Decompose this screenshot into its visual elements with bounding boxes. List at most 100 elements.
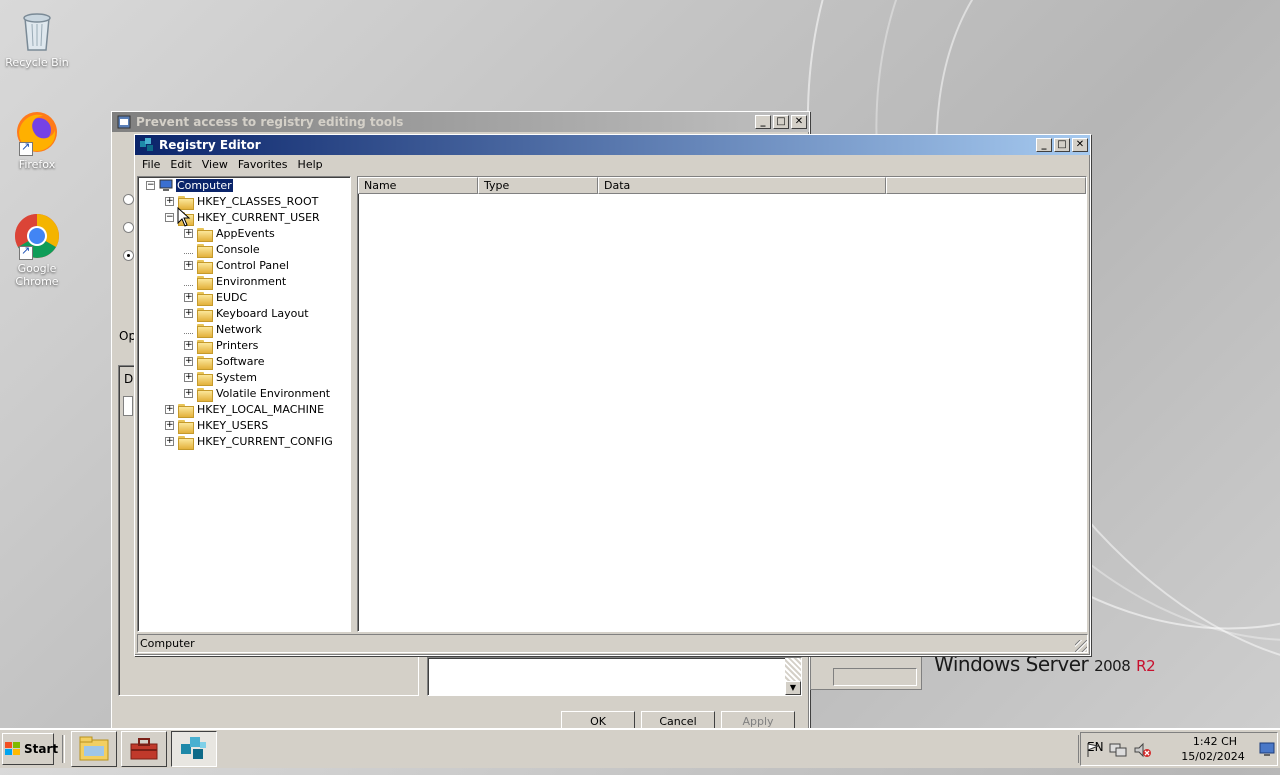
folder-icon	[177, 419, 194, 434]
desktop-icon-firefox[interactable]: Firefox	[0, 108, 74, 171]
regedit-icon	[178, 734, 210, 765]
collapse-toggle[interactable]: −	[165, 212, 174, 222]
registry-editor-window[interactable]: Registry Editor _ □ ✕ File Edit View Fav…	[134, 134, 1091, 656]
folder-icon	[196, 355, 213, 370]
column-header-data[interactable]: Data	[598, 177, 886, 194]
gp-radio-2[interactable]	[123, 222, 134, 233]
menu-view[interactable]: View	[197, 158, 233, 171]
taskbar-server-manager[interactable]	[121, 731, 167, 767]
maximize-button[interactable]: □	[1054, 138, 1070, 152]
gp-dialog-title: Prevent access to registry editing tools	[136, 115, 404, 129]
expand-toggle[interactable]: +	[165, 420, 174, 430]
expand-toggle[interactable]: +	[184, 308, 193, 318]
tree-node-hkey-local-machine[interactable]: + HKEY_LOCAL_MACHINE	[165, 401, 324, 418]
show-desktop-icon[interactable]	[1259, 742, 1275, 759]
regedit-statusbar: Computer	[137, 634, 1088, 653]
tree-node-appevents[interactable]: + AppEvents	[184, 225, 275, 242]
menu-help[interactable]: Help	[293, 158, 328, 171]
expand-toggle[interactable]: +	[184, 388, 193, 398]
firefox-icon	[13, 108, 61, 156]
close-button[interactable]: ✕	[1072, 138, 1088, 152]
expand-toggle[interactable]: +	[184, 260, 193, 270]
expand-toggle[interactable]: +	[184, 372, 193, 382]
policy-icon	[116, 114, 132, 130]
minimize-button[interactable]: _	[755, 115, 771, 129]
column-header-name[interactable]: Name	[358, 177, 478, 194]
column-header-filler	[886, 177, 1086, 194]
gp-dialog-titlebar[interactable]: Prevent access to registry editing tools…	[112, 112, 809, 132]
desktop-icon-label: Recycle Bin	[5, 56, 69, 69]
start-button[interactable]: Start	[2, 733, 58, 765]
folder-icon	[196, 275, 213, 290]
tree-node-software[interactable]: + Software	[184, 353, 265, 370]
tree-node-keyboard-layout[interactable]: + Keyboard Layout	[184, 305, 309, 322]
quicklaunch-divider	[62, 735, 65, 763]
maximize-button[interactable]: □	[773, 115, 789, 129]
tree-node-volatile-environment[interactable]: + Volatile Environment	[184, 385, 330, 402]
tree-node-hkey-current-config[interactable]: + HKEY_CURRENT_CONFIG	[165, 433, 333, 450]
desktop-icon-label: Google Chrome	[15, 262, 59, 288]
clock-time[interactable]: 1:42 CH	[1183, 735, 1247, 748]
shortcut-arrow-icon	[19, 140, 33, 156]
taskbar-explorer[interactable]	[71, 731, 117, 767]
clock-date[interactable]: 15/02/2024	[1173, 750, 1253, 763]
taskbar-registry-editor[interactable]	[171, 731, 217, 767]
minimize-button[interactable]: _	[1036, 138, 1052, 152]
action-center-flag-icon[interactable]	[1085, 742, 1101, 761]
expand-toggle[interactable]: +	[184, 292, 193, 302]
column-header-type[interactable]: Type	[478, 177, 598, 194]
folder-icon	[196, 371, 213, 386]
tree-node-system[interactable]: + System	[184, 369, 257, 386]
regedit-icon	[139, 137, 155, 153]
explorer-folder-icon	[78, 734, 110, 765]
desktop-icon-google-chrome[interactable]: Google Chrome	[0, 212, 74, 288]
expand-toggle[interactable]: +	[165, 196, 174, 206]
regedit-titlebar[interactable]: Registry Editor _ □ ✕	[135, 135, 1090, 155]
folder-icon	[196, 291, 213, 306]
tree-node-printers[interactable]: + Printers	[184, 337, 258, 354]
folder-icon	[177, 403, 194, 418]
folder-icon	[196, 227, 213, 242]
taskbar: Start EN 1:42 CH 15/02/2024	[0, 728, 1280, 768]
tree-node-console[interactable]: Console	[184, 241, 260, 258]
collapse-toggle[interactable]: −	[146, 180, 155, 190]
close-button[interactable]: ✕	[791, 115, 807, 129]
recycle-bin-icon	[13, 6, 61, 54]
gp-radio-3[interactable]	[123, 250, 134, 261]
folder-icon	[196, 259, 213, 274]
mouse-cursor-icon	[177, 207, 191, 227]
folder-icon	[196, 307, 213, 322]
computer-icon	[158, 179, 174, 192]
shortcut-arrow-icon	[19, 244, 33, 260]
background-window-fragment	[810, 655, 922, 690]
gp-help-box: ▼	[427, 657, 802, 696]
tree-node-environment[interactable]: Environment	[184, 273, 286, 290]
resize-grip[interactable]	[1075, 640, 1087, 652]
volume-muted-icon[interactable]	[1133, 742, 1151, 761]
menu-file[interactable]: File	[137, 158, 165, 171]
folder-icon	[196, 243, 213, 258]
tree-node-eudc[interactable]: + EUDC	[184, 289, 247, 306]
tree-node-computer[interactable]: − Computer	[146, 177, 234, 193]
regedit-menubar: File Edit View Favorites Help	[135, 155, 1090, 174]
expand-toggle[interactable]: +	[165, 436, 174, 446]
expand-toggle[interactable]: +	[184, 340, 193, 350]
scroll-down-button[interactable]: ▼	[785, 681, 801, 695]
tree-node-hkey-users[interactable]: + HKEY_USERS	[165, 417, 268, 434]
chrome-icon	[13, 212, 61, 260]
gp-radio-1[interactable]	[123, 194, 134, 205]
registry-values-pane[interactable]: Name Type Data	[357, 176, 1087, 632]
expand-toggle[interactable]: +	[184, 228, 193, 238]
folder-icon	[196, 339, 213, 354]
gp-options-d-label: D	[124, 372, 134, 386]
expand-toggle[interactable]: +	[184, 356, 193, 366]
windows-logo-icon	[5, 742, 21, 756]
desktop-icon-recycle-bin[interactable]: Recycle Bin	[0, 6, 74, 69]
registry-tree-pane[interactable]: − Computer + HKEY_CLASSES_ROOT − HKEY_CU…	[137, 176, 351, 632]
menu-edit[interactable]: Edit	[165, 158, 196, 171]
network-icon[interactable]	[1109, 742, 1127, 761]
tree-node-network[interactable]: Network	[184, 321, 262, 338]
tree-node-control-panel[interactable]: + Control Panel	[184, 257, 289, 274]
expand-toggle[interactable]: +	[165, 404, 174, 414]
menu-favorites[interactable]: Favorites	[233, 158, 293, 171]
